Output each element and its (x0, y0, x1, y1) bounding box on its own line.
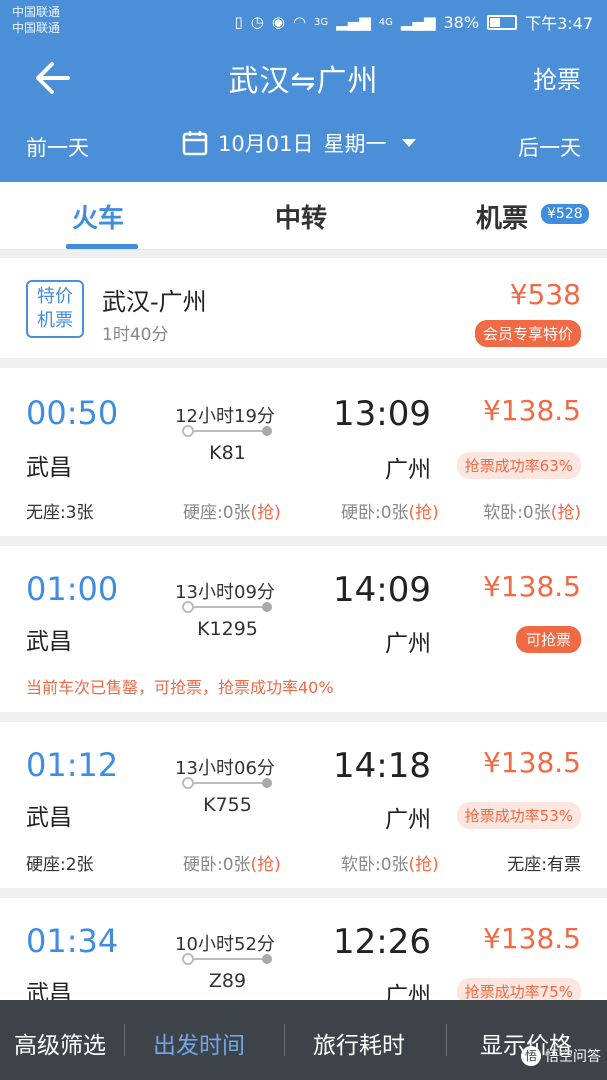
sort-departure-time-button[interactable]: 出发时间 (153, 1026, 245, 1060)
status-icons: ▯ ◷ ◉ ◠ 3G ▂▄▆ 4G ▂▄▆ 38% 下午3:47 (234, 10, 593, 34)
signal-4g-label: 4G (378, 16, 393, 28)
promo-tag: 特价 机票 (26, 280, 84, 338)
flight-promo-card[interactable]: 特价 机票 武汉-广州 1时40分 ¥538 会员专享特价 (0, 258, 607, 358)
seat-info[interactable]: 软卧:0张(抢) (483, 498, 581, 523)
route-line (182, 953, 272, 965)
ticket-price: ¥138.5 (483, 394, 581, 427)
sold-out-note: 当前车次已售罄，可抢票，抢票成功率40% (26, 678, 334, 697)
promo-tag-line2: 机票 (37, 310, 73, 331)
flight-price-badge: ¥528 (541, 204, 589, 224)
seat-info: 无座:有票 (507, 855, 581, 875)
ticket-price: ¥138.5 (483, 922, 581, 955)
seat-info: 无座:3张 (26, 503, 94, 523)
arrival-time: 12:26 (333, 922, 431, 962)
ticket-price: ¥138.5 (483, 570, 581, 603)
transport-tabs: 火车 中转 机票 ¥528 (0, 182, 607, 250)
route-line (182, 777, 272, 789)
train-row[interactable]: 01:12 武昌 13小时06分 K755 14:18 广州 ¥138.5 抢票… (0, 722, 607, 888)
signal-icon-2: ▂▄▆ (400, 13, 436, 31)
seat-info: 硬座:2张 (26, 855, 94, 875)
arrival-station: 广州 (385, 631, 431, 657)
arrival-time: 14:09 (333, 570, 431, 610)
date-picker[interactable]: 10月01日 星期一 (182, 128, 417, 158)
carrier-info: 中国联通 中国联通 (12, 4, 60, 36)
ticket-price: ¥138.5 (483, 746, 581, 779)
wukong-logo-icon: 悟 (521, 1046, 541, 1066)
route-title: 武汉⇋广州 (228, 64, 379, 99)
departure-time: 01:00 (26, 570, 119, 608)
seat-info[interactable]: 硬座:0张(抢) (183, 498, 281, 523)
calendar-icon (182, 131, 208, 156)
arrival-time: 14:18 (333, 746, 431, 786)
train-number: K81 (209, 442, 246, 464)
can-grab-badge[interactable]: 可抢票 (515, 626, 581, 653)
carrier-1: 中国联通 (12, 5, 61, 19)
signal-icon: ▂▄▆ (336, 13, 371, 31)
divider (446, 1024, 447, 1056)
success-rate-badge: 抢票成功率63% (456, 452, 581, 479)
departure-time: 00:50 (26, 394, 119, 432)
active-tab-indicator (66, 244, 138, 249)
tab-transfer[interactable]: 中转 (275, 198, 327, 235)
seat-info[interactable]: 软卧:0张(抢) (341, 850, 439, 875)
date-label: 10月01日 (218, 132, 314, 156)
carrier-2: 中国联通 (12, 21, 61, 35)
arrival-station: 广州 (385, 807, 431, 833)
sort-travel-time-button[interactable]: 旅行耗时 (313, 1026, 405, 1060)
promo-duration: 1时40分 (102, 325, 169, 345)
promo-tag-line1: 特价 (37, 286, 73, 307)
watermark-text: 悟空问答 (545, 1049, 601, 1065)
arrival-time: 13:09 (333, 394, 431, 434)
bottom-filter-bar: 高级筛选 出发时间 旅行耗时 显示价格 悟 悟空问答 (0, 1000, 607, 1080)
promo-label: 会员专享特价 (474, 320, 581, 347)
wifi-icon: ◠ (292, 13, 307, 31)
next-day-button[interactable]: 后一天 (518, 132, 581, 162)
signal-3g-label: 3G (314, 16, 329, 28)
success-rate-badge: 抢票成功率53% (456, 802, 581, 829)
train-row[interactable]: 00:50 武昌 12小时19分 K81 13:09 广州 ¥138.5 抢票成… (0, 368, 607, 536)
prev-day-button[interactable]: 前一天 (26, 132, 89, 162)
divider (284, 1024, 285, 1056)
vibrate-icon: ▯ (234, 13, 243, 31)
route-line (182, 425, 272, 437)
train-number: K1295 (197, 618, 258, 640)
train-number: K755 (203, 794, 252, 816)
seat-info[interactable]: 硬卧:0张(抢) (183, 850, 281, 875)
departure-station: 武昌 (26, 455, 72, 481)
alarm-icon: ◷ (250, 13, 264, 31)
train-row[interactable]: 01:00 武昌 13小时09分 K1295 14:09 广州 ¥138.5 可… (0, 546, 607, 712)
promo-price: ¥538 (509, 278, 581, 311)
tab-train[interactable]: 火车 (72, 198, 124, 235)
route-line (182, 601, 272, 613)
grab-ticket-button[interactable]: 抢票 (533, 60, 581, 95)
header: 武汉⇋广州 抢票 前一天 10月01日 星期一 后一天 (0, 42, 607, 182)
departure-station: 武昌 (26, 805, 72, 831)
promo-route: 武汉-广州 (102, 288, 207, 316)
departure-time: 01:34 (26, 922, 119, 960)
seat-info[interactable]: 硬卧:0张(抢) (341, 498, 439, 523)
battery-percent: 38% (443, 12, 480, 32)
departure-station: 武昌 (26, 629, 72, 655)
tab-flight[interactable]: 机票 (476, 198, 528, 235)
weekday-label: 星期一 (323, 132, 387, 156)
clock: 下午3:47 (525, 14, 593, 33)
chevron-down-icon (402, 139, 417, 147)
advanced-filter-button[interactable]: 高级筛选 (14, 1026, 106, 1060)
arrival-station: 广州 (385, 457, 431, 483)
eye-icon: ◉ (271, 13, 285, 31)
train-row[interactable]: 01:34 武昌 10小时52分 Z89 12:26 广州 ¥138.5 抢票成… (0, 898, 607, 1009)
status-bar: 中国联通 中国联通 ▯ ◷ ◉ ◠ 3G ▂▄▆ 4G ▂▄▆ 38% 下午3:… (0, 0, 607, 42)
departure-time: 01:12 (26, 746, 119, 784)
watermark: 悟 悟空问答 (521, 1046, 601, 1066)
train-number: Z89 (208, 970, 247, 992)
battery-icon (487, 14, 518, 30)
divider (124, 1024, 125, 1056)
